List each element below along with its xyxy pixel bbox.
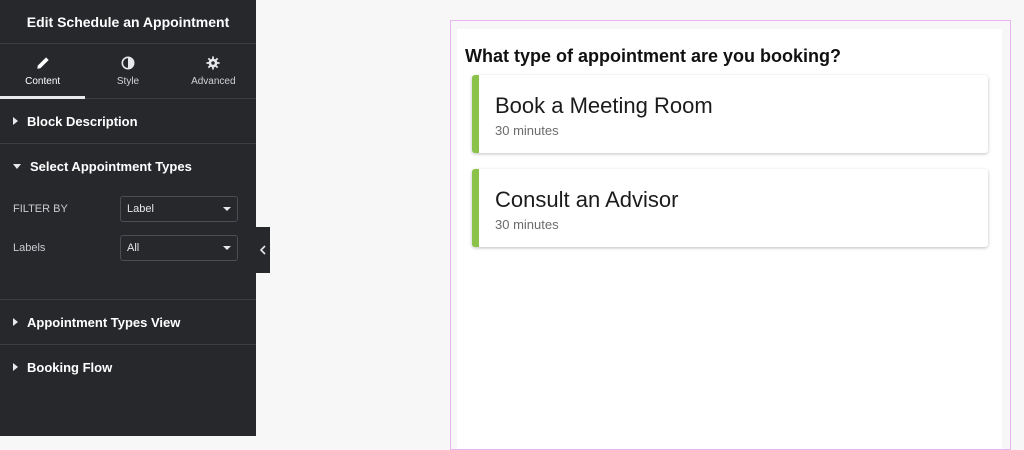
pencil-icon bbox=[36, 56, 49, 69]
tab-content-label: Content bbox=[25, 75, 61, 87]
panel-tabs: Content Style Advanced bbox=[0, 44, 256, 99]
tab-style-label: Style bbox=[116, 75, 140, 87]
editor-sidebar: Edit Schedule an Appointment Content Sty… bbox=[0, 0, 256, 436]
section-block-description-toggle[interactable]: Block Description bbox=[0, 99, 256, 143]
tab-content[interactable]: Content bbox=[0, 44, 86, 99]
contrast-icon bbox=[121, 56, 135, 69]
section-appointment-types-view: Appointment Types View bbox=[0, 300, 256, 345]
labels-select[interactable]: All bbox=[120, 235, 238, 261]
widget-preview-frame[interactable]: What type of appointment are you booking… bbox=[450, 20, 1011, 450]
caret-right-icon bbox=[13, 363, 18, 371]
panel-title: Edit Schedule an Appointment bbox=[0, 0, 256, 44]
appointment-type-title: Consult an Advisor bbox=[495, 187, 679, 212]
caret-down-icon bbox=[13, 163, 21, 169]
section-select-types-toggle[interactable]: Select Appointment Types bbox=[0, 144, 256, 188]
tab-advanced-label: Advanced bbox=[191, 75, 236, 87]
tab-advanced[interactable]: Advanced bbox=[171, 44, 256, 98]
chevron-down-icon bbox=[223, 246, 231, 250]
appointment-type-duration: 30 minutes bbox=[495, 217, 559, 232]
section-types-view-toggle[interactable]: Appointment Types View bbox=[0, 300, 256, 344]
filter-by-value: Label bbox=[127, 203, 154, 215]
section-booking-flow-toggle[interactable]: Booking Flow bbox=[0, 345, 256, 389]
section-block-description: Block Description bbox=[0, 99, 256, 144]
appointment-type-duration: 30 minutes bbox=[495, 123, 559, 138]
chevron-left-icon bbox=[259, 245, 266, 255]
appointment-type-title: Book a Meeting Room bbox=[495, 93, 713, 118]
collapse-panel-button[interactable] bbox=[256, 227, 270, 273]
section-booking-flow: Booking Flow bbox=[0, 345, 256, 389]
appointment-widget: What type of appointment are you booking… bbox=[457, 29, 1002, 449]
appointment-type-card[interactable]: Book a Meeting Room 30 minutes bbox=[472, 75, 988, 153]
appointment-type-card[interactable]: Consult an Advisor 30 minutes bbox=[472, 169, 988, 247]
appointment-question: What type of appointment are you booking… bbox=[465, 46, 841, 66]
section-types-view-label: Appointment Types View bbox=[27, 314, 181, 330]
gear-icon bbox=[206, 55, 220, 70]
filter-by-label: FILTER BY bbox=[13, 203, 68, 215]
section-select-appointment-types: Select Appointment Types FILTER BY Label… bbox=[0, 144, 256, 300]
labels-label: Labels bbox=[13, 242, 46, 254]
chevron-down-icon bbox=[223, 207, 231, 211]
caret-right-icon bbox=[13, 117, 18, 125]
section-booking-flow-label: Booking Flow bbox=[27, 359, 113, 375]
tab-style[interactable]: Style bbox=[85, 44, 170, 98]
labels-field: Labels All bbox=[0, 235, 256, 261]
section-select-types-label: Select Appointment Types bbox=[30, 158, 192, 174]
caret-right-icon bbox=[13, 318, 18, 326]
filter-by-select[interactable]: Label bbox=[120, 196, 238, 222]
labels-value: All bbox=[127, 242, 140, 254]
section-block-description-label: Block Description bbox=[27, 113, 138, 129]
filter-by-field: FILTER BY Label bbox=[0, 196, 256, 222]
